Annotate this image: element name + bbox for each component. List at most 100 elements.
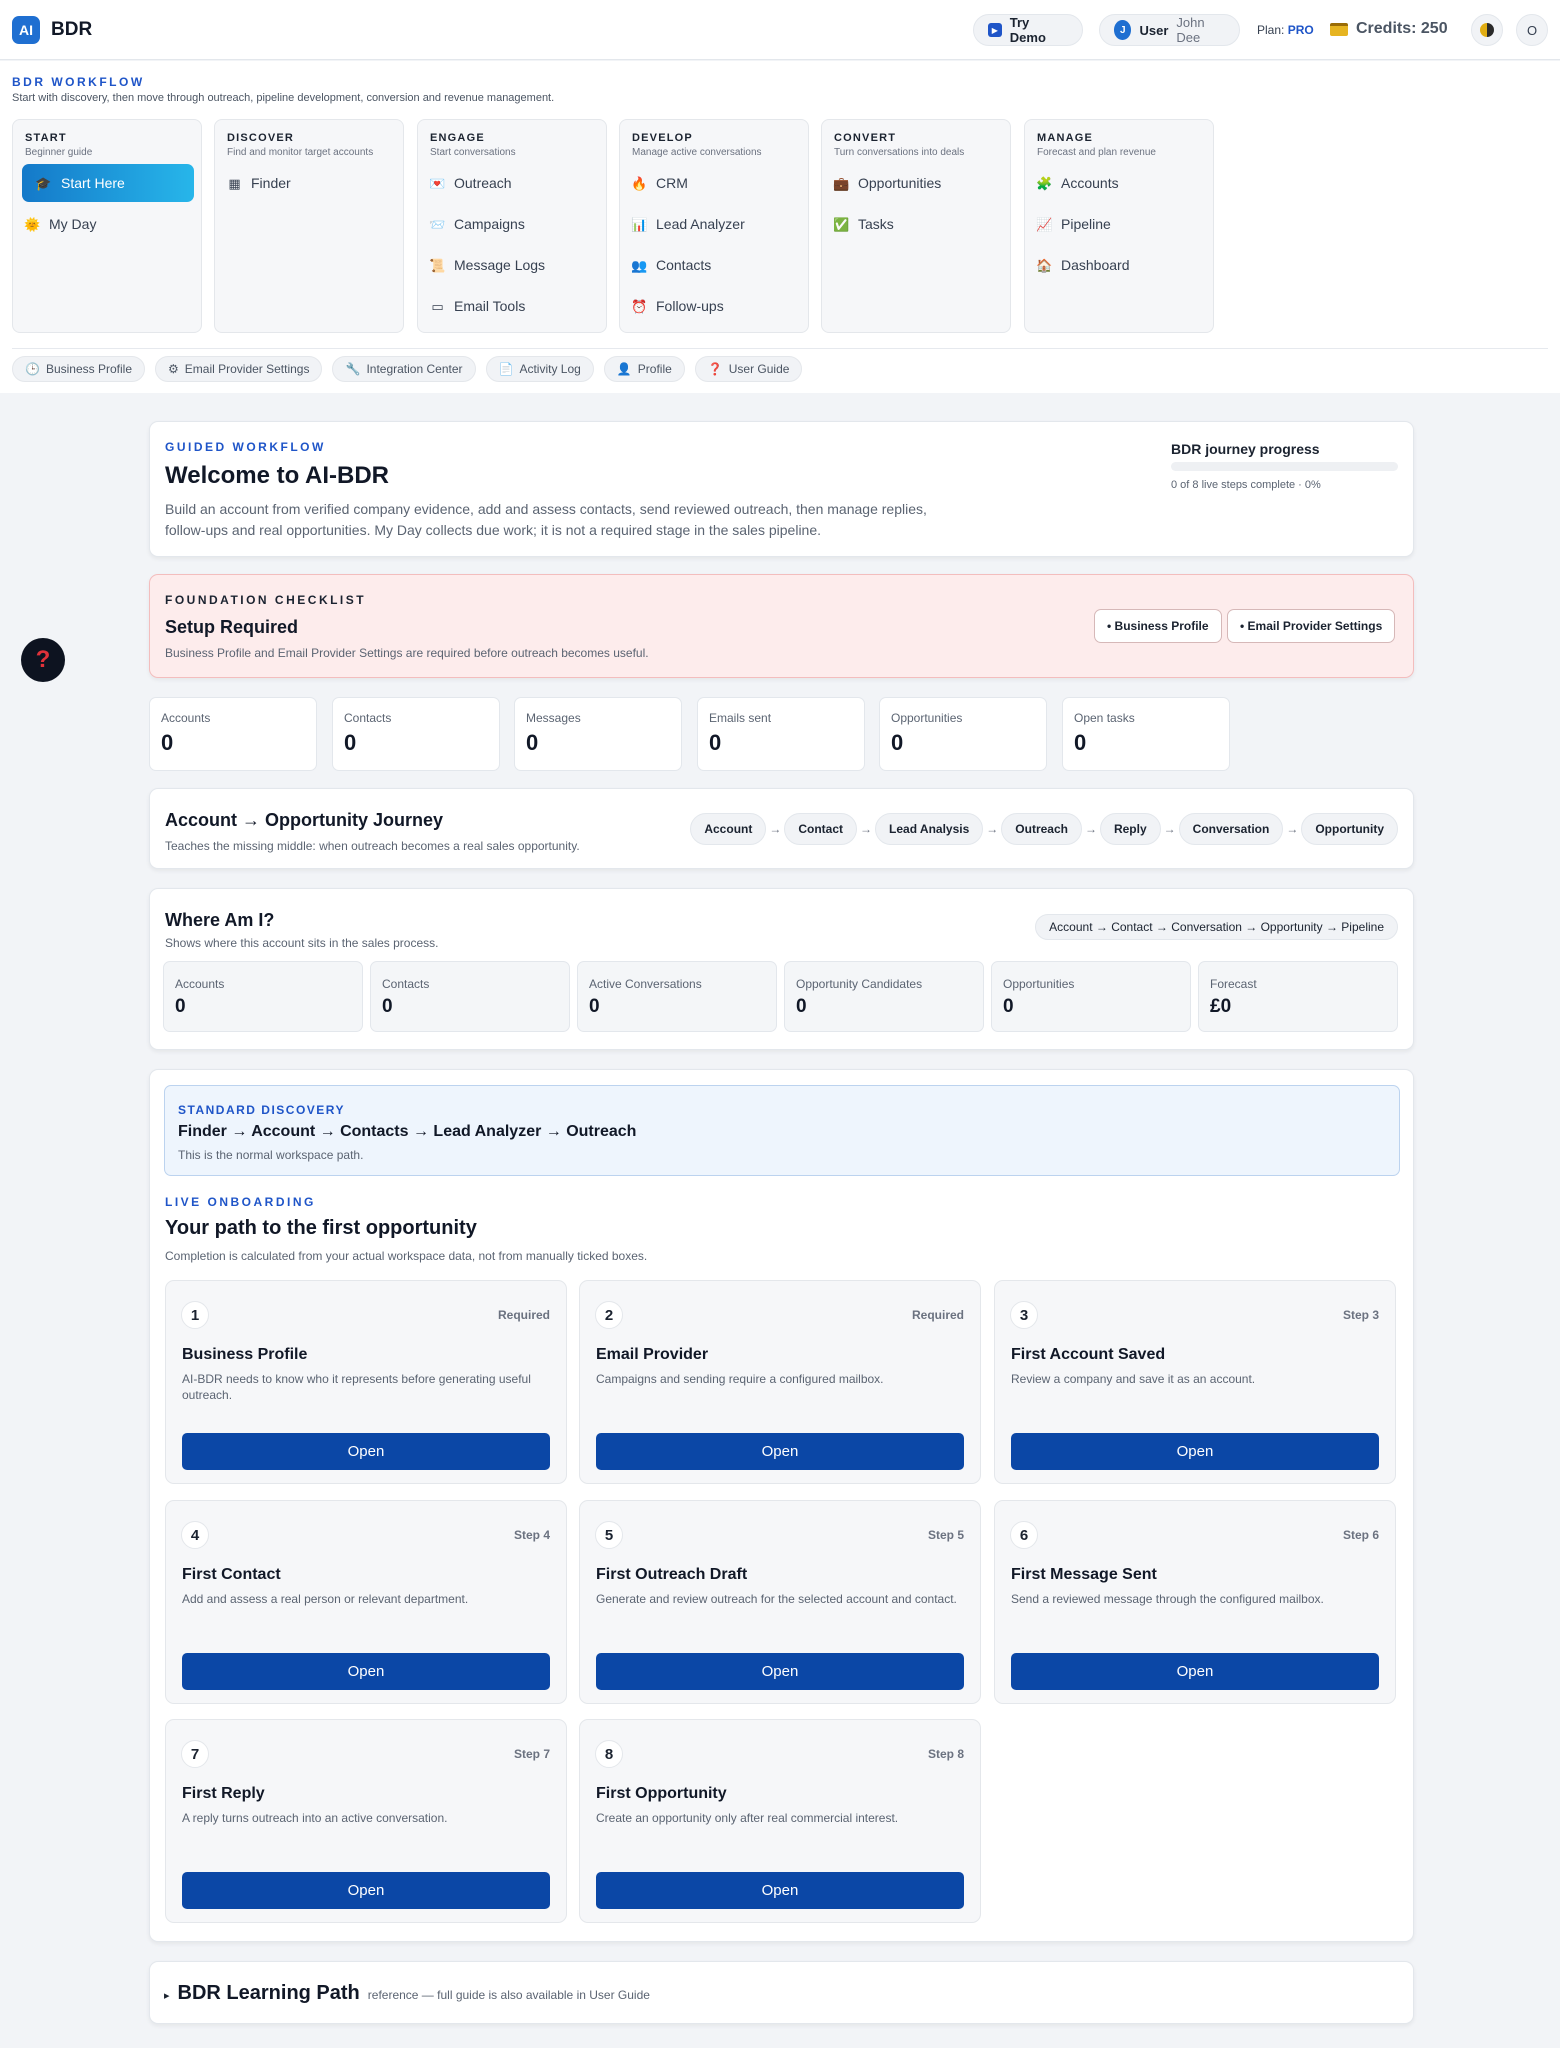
workflow-subtitle: Start with discovery, then move through …	[12, 92, 555, 104]
user-menu[interactable]: J User John Dee	[1099, 14, 1240, 46]
arrow-icon: →	[769, 822, 782, 836]
chip-user-guide[interactable]: ❓ User Guide	[694, 356, 803, 382]
nav-group-engage: ENGAGE Start conversations 💌 Outreach 📨 …	[417, 119, 607, 333]
progress-text: 0 of 8 live steps complete · 0%	[1171, 479, 1321, 491]
caret-right-icon: ▸	[164, 1990, 170, 2002]
app-brand[interactable]: BDR	[51, 19, 92, 41]
journey-step-reply: Reply	[1099, 813, 1161, 845]
learning-path-note: reference — full guide is also available…	[367, 1988, 650, 2002]
group-subtitle: Manage active conversations	[632, 147, 762, 158]
theme-toggle-button[interactable]	[1471, 14, 1503, 46]
nav-item-label: Pipeline	[1061, 216, 1111, 232]
where-value: 0	[382, 996, 393, 1017]
puzzle-icon: 🧩	[1036, 175, 1053, 191]
nav-item-message-logs[interactable]: 📜 Message Logs	[429, 255, 546, 275]
step-title: First Opportunity	[596, 1785, 727, 1802]
step-tag: Step 8	[927, 1747, 964, 1761]
setup-business-profile-button[interactable]: • Business Profile	[1094, 609, 1222, 643]
chip-integration-center[interactable]: 🔧 Integration Center	[332, 356, 476, 382]
nav-item-campaigns[interactable]: 📨 Campaigns	[429, 214, 524, 234]
nav-item-start-here[interactable]: 🎓 Start Here	[22, 164, 194, 202]
nav-item-my-day[interactable]: 🌞 My Day	[24, 214, 96, 234]
step-title: First Message Sent	[1011, 1566, 1157, 1583]
nav-item-dashboard[interactable]: 🏠 Dashboard	[1036, 255, 1129, 275]
chip-label: Business Profile	[45, 362, 132, 376]
journey-step-account: Account	[690, 813, 767, 845]
person-icon: 👤	[616, 362, 632, 376]
step-description: Generate and review outreach for the sel…	[596, 1592, 957, 1606]
nav-item-label: Contacts	[656, 257, 712, 273]
arrow-icon: →	[1163, 822, 1176, 836]
nav-item-accounts[interactable]: 🧩 Accounts	[1036, 173, 1119, 193]
briefcase-icon: 💼	[833, 175, 850, 191]
chip-profile[interactable]: 👤 Profile	[603, 356, 685, 382]
help-button[interactable]: ?	[21, 638, 65, 682]
nav-item-pipeline[interactable]: 📈 Pipeline	[1036, 214, 1111, 234]
app-logo[interactable]: AI	[12, 16, 40, 44]
credits-indicator: Credits: 250	[1330, 20, 1448, 38]
nav-item-label: Accounts	[1061, 175, 1119, 191]
where-path: Account → Contact → Conversation → Oppor…	[1035, 914, 1398, 940]
step-open-button[interactable]: Open	[182, 1653, 550, 1690]
nav-item-opportunities[interactable]: 💼 Opportunities	[833, 173, 942, 193]
where-box-contacts: Contacts 0	[370, 961, 570, 1032]
nav-item-crm[interactable]: 🔥 CRM	[631, 173, 687, 193]
chip-business-profile[interactable]: 🕒 Business Profile	[12, 356, 145, 382]
stat-value: 0	[1074, 730, 1087, 755]
nav-item-label: Message Logs	[454, 257, 546, 273]
onboarding-step-4: 4 Step 4 First Contact Add and assess a …	[165, 1500, 567, 1704]
settings-circle-button[interactable]: O	[1516, 14, 1548, 46]
chip-email-provider-settings[interactable]: ⚙ Email Provider Settings	[155, 356, 323, 382]
stat-label: Opportunities	[891, 711, 963, 725]
step-number: 2	[595, 1301, 623, 1329]
nav-item-lead-analyzer[interactable]: 📊 Lead Analyzer	[631, 214, 744, 234]
scroll-icon: 📜	[429, 257, 446, 273]
onboarding-step-3: 3 Step 3 First Account Saved Review a co…	[994, 1280, 1396, 1484]
step-open-button[interactable]: Open	[182, 1433, 550, 1470]
sun-icon: 🌞	[24, 216, 41, 232]
play-icon: ▶	[988, 23, 1002, 37]
journey-subtitle: Teaches the missing middle: when outreac…	[165, 839, 580, 853]
stat-open-tasks: Open tasks 0	[1062, 697, 1230, 771]
chip-activity-log[interactable]: 📄 Activity Log	[485, 356, 594, 382]
stat-value: 0	[344, 730, 357, 755]
try-demo-button[interactable]: ▶ Try Demo	[973, 14, 1083, 46]
where-label: Active Conversations	[589, 977, 702, 991]
nav-item-label: Follow-ups	[656, 298, 724, 314]
question-icon: ❓	[707, 362, 723, 376]
learning-path-card[interactable]: ▸ BDR Learning Path reference — full gui…	[149, 1961, 1414, 2024]
graduation-cap-icon: 🎓	[35, 175, 52, 191]
nav-item-tasks[interactable]: ✅ Tasks	[833, 214, 893, 234]
step-title: First Reply	[182, 1785, 265, 1802]
plan-value: PRO	[1287, 23, 1314, 37]
learning-path-toggle[interactable]: ▸ BDR Learning Path reference — full gui…	[164, 1982, 650, 2005]
nav-item-label: Opportunities	[858, 175, 942, 191]
nav-item-finder[interactable]: ▦ Finder	[227, 173, 290, 193]
envelope-icon: 💌	[429, 175, 446, 191]
step-open-button[interactable]: Open	[1011, 1433, 1379, 1470]
group-title: DISCOVER	[227, 132, 295, 144]
step-title: First Outreach Draft	[596, 1566, 748, 1583]
journey-step-conversation: Conversation	[1178, 813, 1284, 845]
journey-card: Account → Opportunity Journey Teaches th…	[149, 788, 1414, 869]
setup-email-provider-button[interactable]: • Email Provider Settings	[1227, 609, 1396, 643]
step-open-button[interactable]: Open	[596, 1872, 964, 1909]
stat-label: Emails sent	[709, 711, 772, 725]
stat-opportunities: Opportunities 0	[879, 697, 1047, 771]
journey-title: Account → Opportunity Journey	[165, 810, 444, 830]
nav-item-outreach[interactable]: 💌 Outreach	[429, 173, 511, 193]
where-label: Contacts	[382, 977, 430, 991]
journey-step-opportunity: Opportunity	[1301, 813, 1398, 845]
step-number: 1	[181, 1301, 209, 1329]
nav-item-email-tools[interactable]: ▭ Email Tools	[430, 296, 525, 316]
step-open-button[interactable]: Open	[596, 1433, 964, 1470]
step-tag: Step 6	[1342, 1528, 1379, 1542]
journey-step-contact: Contact	[784, 813, 858, 845]
plan-indicator: Plan: PRO	[1257, 23, 1314, 37]
step-open-button[interactable]: Open	[596, 1653, 964, 1690]
step-open-button[interactable]: Open	[1011, 1653, 1379, 1690]
nav-group-convert: CONVERT Turn conversations into deals 💼 …	[821, 119, 1011, 333]
nav-item-follow-ups[interactable]: ⏰ Follow-ups	[631, 296, 724, 316]
step-open-button[interactable]: Open	[182, 1872, 550, 1909]
nav-item-contacts[interactable]: 👥 Contacts	[631, 255, 712, 275]
